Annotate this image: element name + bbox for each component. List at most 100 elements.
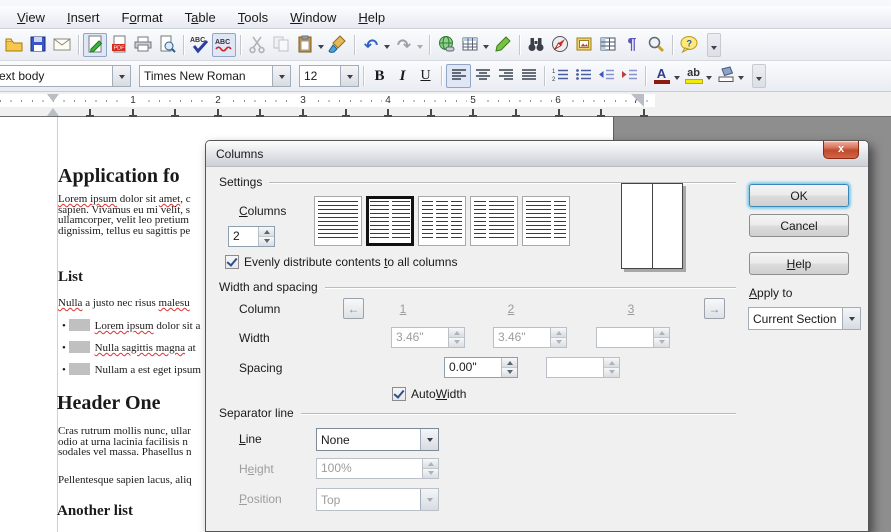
font-name-combo[interactable]: Times New Roman	[139, 65, 291, 87]
zoom-button[interactable]	[644, 33, 668, 57]
print-button[interactable]	[131, 33, 155, 57]
printer-icon	[133, 34, 153, 57]
help-button[interactable]: Help	[749, 252, 849, 275]
table-dropdown-arrow-icon[interactable]	[483, 45, 489, 52]
undo-dropdown-arrow-icon[interactable]	[384, 45, 390, 52]
svg-text:1: 1	[552, 69, 556, 75]
next-column-button[interactable]: →	[704, 298, 725, 319]
increase-indent-button[interactable]	[618, 65, 641, 87]
tab-stop-icon	[86, 109, 94, 117]
background-dropdown-arrow-icon[interactable]	[738, 76, 744, 83]
toolbar-overflow-arrow-icon	[711, 46, 717, 53]
insert-table-button[interactable]	[458, 33, 482, 57]
apply-to-combo[interactable]: Current Section	[748, 307, 861, 330]
toolbar-options-button[interactable]	[707, 33, 721, 57]
font-color-dropdown-arrow-icon[interactable]	[674, 76, 680, 83]
list-item: • Nullam a est eget ipsum	[62, 363, 201, 376]
paste-button[interactable]	[293, 33, 317, 57]
menu-window[interactable]: Window	[279, 8, 347, 27]
spin-down-button[interactable]	[259, 236, 274, 246]
apply-to-dropdown-button[interactable]	[842, 308, 860, 329]
close-button[interactable]: x	[823, 141, 859, 159]
preset-two-columns[interactable]	[366, 196, 414, 246]
export-pdf-button[interactable]: PDF	[107, 33, 131, 57]
spin-up-button[interactable]	[259, 227, 274, 236]
find-replace-button[interactable]	[524, 33, 548, 57]
spelling-button[interactable]: ABC	[188, 33, 212, 57]
redo-arrow-icon: ↷	[397, 37, 411, 54]
align-center-button[interactable]	[471, 65, 494, 87]
preset-one-column[interactable]	[314, 196, 362, 246]
open-button[interactable]	[2, 33, 26, 57]
toolbar-options-button[interactable]	[752, 64, 766, 88]
menu-table[interactable]: Table	[174, 8, 227, 27]
menu-insert[interactable]: Insert	[56, 8, 111, 27]
background-color-button[interactable]	[714, 65, 737, 87]
columns-count-spinner[interactable]: 2	[228, 226, 275, 247]
save-button[interactable]	[26, 33, 50, 57]
paste-dropdown-arrow-icon[interactable]	[318, 45, 324, 52]
columns-label: Columns	[239, 204, 286, 218]
underline-icon: U	[420, 68, 430, 84]
horizontal-ruler[interactable]: 1 2 3 4 5 6 7	[0, 92, 891, 117]
line-dropdown-button[interactable]	[420, 429, 438, 450]
highlighting-button[interactable]: ab	[682, 65, 705, 87]
justify-button[interactable]	[517, 65, 540, 87]
font-color-button[interactable]: A	[650, 65, 673, 87]
ruler-number: 2	[212, 94, 224, 107]
align-left-button[interactable]	[446, 64, 471, 88]
line-style-combo[interactable]: None	[316, 428, 439, 451]
cancel-button[interactable]: Cancel	[749, 214, 849, 237]
column-number-1: 1	[388, 302, 418, 316]
undo-button[interactable]: ↶	[359, 33, 383, 57]
spin-up-button[interactable]	[502, 358, 517, 367]
menu-view[interactable]: View	[6, 8, 56, 27]
auto-spellcheck-button[interactable]: ABC	[212, 33, 236, 57]
preset-three-columns[interactable]	[418, 196, 466, 246]
menu-format[interactable]: Format	[110, 8, 173, 27]
font-dropdown-button[interactable]	[272, 66, 290, 86]
binoculars-icon	[526, 34, 546, 57]
numbered-list-button[interactable]: 12	[549, 65, 572, 87]
edit-file-button[interactable]	[83, 33, 107, 57]
underline-button[interactable]: U	[414, 65, 437, 87]
gallery-button[interactable]	[572, 33, 596, 57]
clone-formatting-button[interactable]	[326, 33, 350, 57]
spacing-field-1[interactable]: 0.00"	[444, 357, 518, 378]
menu-help[interactable]: Help	[347, 8, 396, 27]
spin-down-button[interactable]	[502, 367, 517, 377]
tab-stop-icon	[597, 109, 605, 117]
font-size-combo[interactable]: 12	[299, 65, 359, 87]
style-dropdown-button[interactable]	[112, 66, 130, 86]
highlighting-dropdown-arrow-icon[interactable]	[706, 76, 712, 83]
autowidth-checkbox[interactable]	[392, 387, 406, 401]
bold-button[interactable]: B	[368, 65, 391, 87]
hyperlink-button[interactable]	[434, 33, 458, 57]
dialog-title-bar[interactable]: Columns	[206, 141, 868, 167]
distribute-label[interactable]: Evenly distribute contents to all column…	[244, 255, 457, 269]
decrease-indent-button[interactable]	[595, 65, 618, 87]
formatting-marks-button[interactable]: ¶	[620, 33, 644, 57]
preset-left-narrow[interactable]	[470, 196, 518, 246]
autowidth-label[interactable]: AutoWidth	[411, 387, 466, 401]
print-preview-button[interactable]	[155, 33, 179, 57]
email-button[interactable]	[50, 33, 74, 57]
paragraph-style-combo[interactable]: ext body	[0, 65, 131, 87]
right-indent-marker[interactable]	[631, 94, 644, 107]
bullet-list-icon	[575, 67, 592, 85]
navigator-button[interactable]	[548, 33, 572, 57]
italic-button[interactable]: I	[391, 65, 414, 87]
align-right-button[interactable]	[494, 65, 517, 87]
preset-right-narrow[interactable]	[522, 196, 570, 246]
draw-functions-button[interactable]	[491, 33, 515, 57]
previous-column-button[interactable]: ←	[343, 298, 364, 319]
ok-button[interactable]: OK	[749, 184, 849, 207]
help-button[interactable]: ?	[677, 33, 701, 57]
distribute-checkbox[interactable]	[225, 255, 239, 269]
bullet-list-button[interactable]	[572, 65, 595, 87]
left-indent-marker[interactable]	[47, 102, 59, 116]
size-dropdown-button[interactable]	[340, 66, 358, 86]
width-field-1: 3.46"	[391, 327, 465, 348]
data-sources-button[interactable]	[596, 33, 620, 57]
menu-tools[interactable]: Tools	[227, 8, 279, 27]
